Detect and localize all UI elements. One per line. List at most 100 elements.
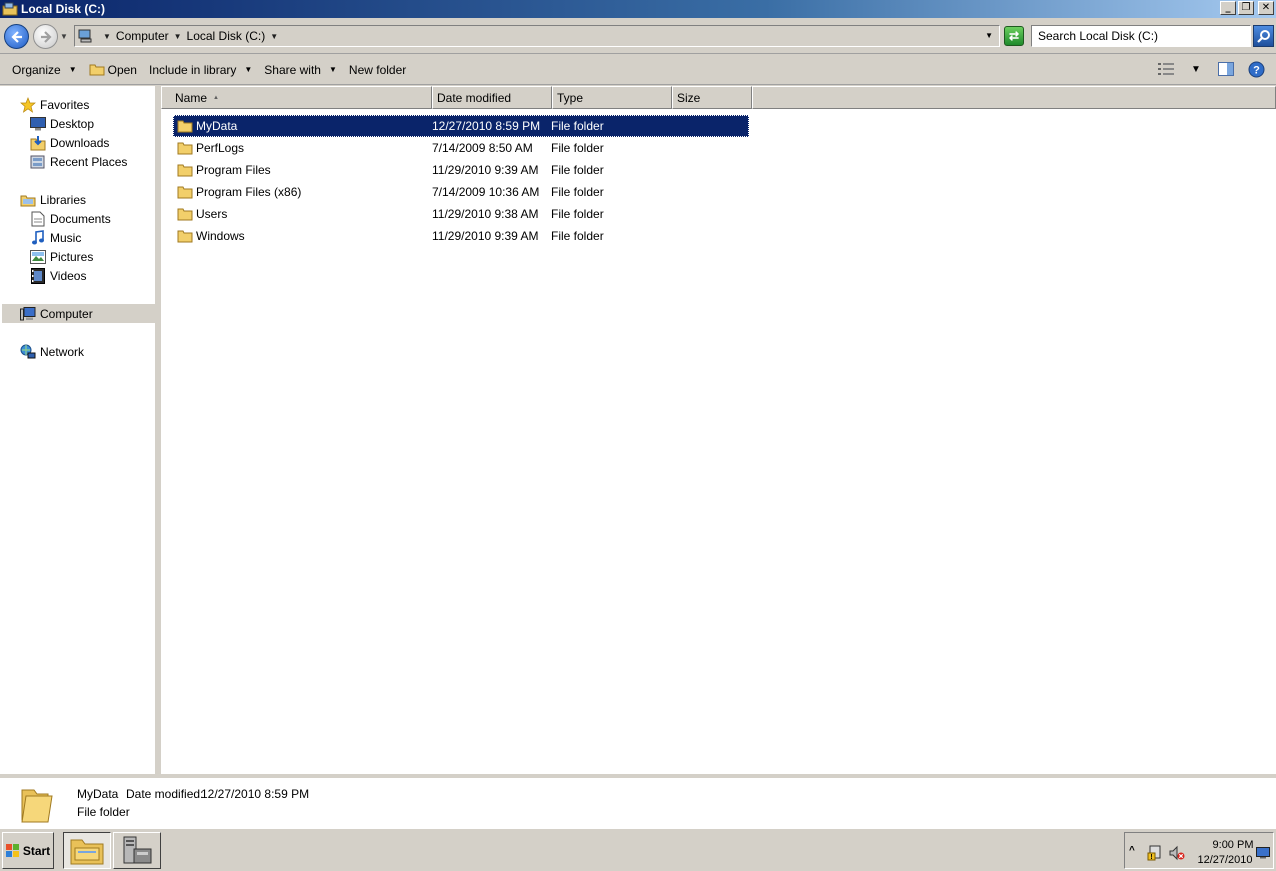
new-folder-button[interactable]: New folder [343, 59, 412, 81]
refresh-button[interactable]: ⇄ [1004, 26, 1024, 46]
minimize-button[interactable]: _ [1220, 1, 1236, 15]
file-type: File folder [551, 163, 604, 177]
action-center-icon[interactable]: ! [1147, 845, 1163, 861]
preview-pane-button[interactable] [1216, 59, 1236, 79]
search-input[interactable]: Search Local Disk (C:) [1031, 25, 1251, 47]
file-date: 11/29/2010 9:38 AM [432, 207, 539, 221]
title-bar[interactable]: Local Disk (C:) _ ❐ ✕ [0, 0, 1276, 18]
sidebar-item-recent-places[interactable]: Recent Places [30, 153, 127, 171]
svg-text:!: ! [1150, 854, 1152, 861]
table-row[interactable]: MyData 12/27/2010 8:59 PM File folder [173, 115, 749, 137]
folder-icon [177, 164, 193, 177]
file-type: File folder [551, 141, 604, 155]
sidebar-item-pictures[interactable]: Pictures [30, 248, 93, 266]
sidebar-item-label: Videos [50, 269, 87, 283]
breadcrumb-computer[interactable]: Computer [116, 29, 169, 43]
table-row[interactable]: Users 11/29/2010 9:38 AM File folder [173, 203, 749, 225]
svg-text:?: ? [1253, 64, 1260, 76]
back-button[interactable] [4, 24, 29, 49]
chevron-down-icon: ▼ [244, 65, 253, 74]
file-name: Users [196, 207, 228, 221]
file-list[interactable]: Name ▲ Date modified Type Size MyData 12… [161, 86, 1276, 774]
view-options-dropdown[interactable]: ▼ [1186, 59, 1206, 79]
folder-icon [177, 208, 193, 221]
table-row[interactable]: Program Files (x86) 7/14/2009 10:36 AM F… [173, 181, 749, 203]
sidebar-item-music[interactable]: Music [30, 229, 81, 247]
chevron-down-icon: ▼ [1191, 63, 1201, 75]
open-button[interactable]: Open [83, 59, 143, 81]
breadcrumb-arrow-icon[interactable]: ▼ [270, 32, 278, 41]
notification-area: ^ ! 9:00 PM 12/27/2010 [1124, 832, 1274, 869]
folder-icon [177, 142, 193, 155]
details-pane: MyData Date modified: 12/27/2010 8:59 PM… [0, 774, 1276, 828]
column-header-label: Date modified [437, 90, 512, 105]
organize-label: Organize [12, 62, 61, 77]
breadcrumb-arrow-icon[interactable]: ▼ [103, 32, 111, 41]
computer-icon [78, 29, 92, 43]
sidebar-item-label: Documents [50, 212, 111, 226]
desktop-icon [30, 116, 46, 132]
show-hidden-icons-icon[interactable]: ^ [1129, 845, 1135, 856]
libraries-icon [20, 192, 36, 208]
show-desktop-icon[interactable] [1256, 847, 1270, 859]
sidebar-item-network[interactable]: Network [20, 343, 84, 361]
share-with-button[interactable]: Share with ▼ [258, 59, 343, 81]
address-bar[interactable]: ▼ Computer ▼ Local Disk (C:) ▼ ▼ [74, 25, 1000, 47]
sidebar-item-libraries[interactable]: Libraries [20, 191, 86, 209]
sidebar-item-favorites[interactable]: Favorites [20, 96, 89, 114]
table-row[interactable]: Program Files 11/29/2010 9:39 AM File fo… [173, 159, 749, 181]
sidebar-item-label: Libraries [40, 193, 87, 207]
navigation-pane: Favorites Desktop Downloads Recent Place… [0, 86, 158, 774]
sidebar-item-documents[interactable]: Documents [30, 210, 111, 228]
clock-date[interactable]: 12/27/2010 [1195, 854, 1255, 866]
file-name: Program Files (x86) [196, 185, 302, 199]
start-button[interactable]: Start [2, 832, 54, 869]
table-row[interactable]: Windows 11/29/2010 9:39 AM File folder [173, 225, 749, 247]
taskbar-server-manager-button[interactable] [113, 832, 161, 869]
taskbar-explorer-button[interactable] [63, 832, 111, 869]
close-button[interactable]: ✕ [1258, 1, 1274, 15]
column-header-label: Name [175, 90, 208, 105]
forward-button[interactable] [33, 24, 58, 49]
sidebar-item-videos[interactable]: Videos [30, 267, 86, 285]
change-view-button[interactable] [1156, 59, 1176, 79]
recent-places-icon [30, 154, 46, 170]
recent-pages-dropdown-icon[interactable]: ▼ [60, 32, 68, 41]
sidebar-item-downloads[interactable]: Downloads [30, 134, 109, 152]
organize-button[interactable]: Organize ▼ [6, 59, 83, 81]
preview-pane-icon [1218, 62, 1234, 76]
include-in-library-button[interactable]: Include in library ▼ [143, 59, 258, 81]
sidebar-item-desktop[interactable]: Desktop [30, 115, 94, 133]
file-type: File folder [551, 207, 604, 221]
breadcrumb-local-disk[interactable]: Local Disk (C:) [187, 29, 266, 43]
sidebar-item-label: Favorites [40, 98, 90, 112]
chevron-down-icon: ▼ [68, 65, 77, 74]
pictures-icon [30, 249, 46, 265]
column-header-label: Size [677, 90, 701, 105]
folder-large-icon [21, 789, 53, 823]
sort-ascending-icon: ▲ [213, 94, 219, 101]
address-dropdown-icon[interactable]: ▼ [985, 31, 993, 40]
file-date: 12/27/2010 8:59 PM [432, 119, 541, 133]
network-icon [20, 344, 36, 360]
chevron-down-icon: ▼ [328, 65, 337, 74]
sidebar-item-label: Music [50, 231, 82, 245]
maximize-button[interactable]: ❐ [1238, 1, 1254, 15]
sidebar-item-label: Recent Places [50, 155, 128, 169]
sidebar-item-computer[interactable]: Computer [20, 305, 93, 323]
search-button[interactable] [1253, 25, 1274, 47]
column-header-name[interactable]: Name ▲ [161, 86, 432, 109]
details-date-value: 12/27/2010 8:59 PM [201, 787, 310, 801]
help-button[interactable]: ? [1246, 59, 1266, 79]
breadcrumb-arrow-icon[interactable]: ▼ [174, 32, 182, 41]
column-header-date-modified[interactable]: Date modified [432, 86, 552, 109]
taskbar: Start ^ ! 9:00 PM 12/27/2010 [0, 828, 1276, 871]
volume-muted-icon[interactable] [1169, 845, 1185, 861]
table-row[interactable]: PerfLogs 7/14/2009 8:50 AM File folder [173, 137, 749, 159]
back-arrow-icon [10, 30, 22, 43]
explorer-window-icon [2, 2, 18, 16]
share-with-label: Share with [264, 62, 321, 77]
column-header-type[interactable]: Type [552, 86, 672, 109]
column-header-size[interactable]: Size [672, 86, 752, 109]
view-tools: ▼ ? [1156, 59, 1266, 79]
